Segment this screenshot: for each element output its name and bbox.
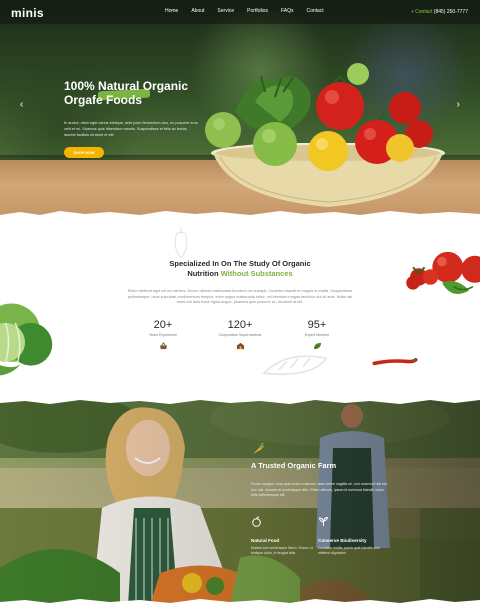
nav-item-about[interactable]: About: [191, 8, 204, 14]
stat-label: Years Experience: [148, 333, 178, 337]
store-icon: [236, 342, 244, 350]
carrot-icon: [253, 442, 265, 454]
hero-description: In auctor, diam eget varius tristique, a…: [64, 121, 198, 137]
feature-natural-food: Natural Food Nullam sed scelerisque libe…: [251, 514, 317, 556]
stat-label: Cooperative Supermarkets: [218, 333, 262, 337]
nav-item-faqs[interactable]: FAQs: [281, 8, 294, 14]
hero-title-line2: Orgafe Foods: [64, 93, 143, 107]
stat-years: 20+ Years Experience: [133, 319, 193, 355]
hero-heading: 100% Natural Organic Orgafe Foods: [64, 79, 224, 109]
feature-title: Natural Food: [251, 538, 280, 543]
about-title-line1: Specialized In On The Study Of Organic: [169, 259, 311, 268]
about-description: Etiam eleifend eget vel leo ultrices. Do…: [127, 289, 353, 304]
hero-section: minis Home About Service Portfolios FAQs…: [0, 0, 480, 215]
about-section: Specialized In On The Study Of Organic N…: [0, 215, 480, 398]
stat-number: 95+: [307, 319, 327, 331]
vegetables-image: [205, 63, 433, 171]
shop-now-button[interactable]: SHOP NOW: [64, 147, 104, 158]
stat-supermarkets: 120+ Cooperative Supermarkets: [210, 319, 270, 355]
about-heading: Specialized In On The Study Of Organic N…: [140, 259, 340, 279]
phone-number: (845) 250-7777: [433, 9, 468, 15]
nav-item-contact[interactable]: Contact: [306, 8, 323, 14]
stat-number: 20+: [153, 319, 173, 331]
nav-item-service[interactable]: Service: [217, 8, 234, 14]
farm-description: Fusce congue, urna quis luctus euismod, …: [251, 482, 387, 497]
cabbage-image: [0, 303, 53, 376]
stat-number: 120+: [227, 319, 253, 331]
nav-item-portfolios[interactable]: Portfolios: [247, 8, 268, 14]
leaf-icon: [313, 342, 321, 350]
chili-pepper-image: [372, 358, 418, 366]
stat-experts: 95+ Expert Member: [287, 319, 347, 355]
nav-item-home[interactable]: Home: [165, 8, 178, 14]
about-title-line2-a: Nutrition: [187, 269, 221, 278]
basket-icon: [159, 342, 167, 350]
tomatoes-image: [406, 251, 480, 294]
apple-icon: [252, 516, 261, 527]
farm-title: A Trusted Organic Farm: [251, 461, 337, 470]
feature-biodiversity: Conserve Biodiversity Curabitur mollis, …: [318, 514, 384, 556]
sprout-icon: [318, 516, 329, 526]
contact-phone[interactable]: + Contact (845) 250-7777: [411, 9, 468, 15]
feature-description: Nullam sed scelerisque libero. Donec ut …: [251, 546, 313, 555]
top-navbar: minis Home About Service Portfolios FAQs…: [0, 0, 480, 24]
contact-label: + Contact: [410, 9, 433, 15]
stat-label: Expert Member: [304, 333, 330, 337]
chevron-right-icon[interactable]: ›: [457, 99, 460, 110]
chevron-left-icon[interactable]: ‹: [20, 99, 23, 110]
torn-paper-edge: [0, 398, 480, 404]
feature-title: Conserve Biodiversity: [318, 538, 367, 543]
farm-section: [0, 398, 480, 605]
about-title-highlight: Without Substances: [220, 269, 293, 278]
logo[interactable]: minis: [11, 6, 44, 20]
torn-paper-edge: [0, 599, 480, 605]
hero-title-line1: 100% Natural Organic: [64, 79, 189, 93]
nav-menu: Home About Service Portfolios FAQs Conta…: [165, 8, 337, 14]
feature-description: Curabitur mollis, purus quis lobortis ve…: [318, 546, 380, 555]
